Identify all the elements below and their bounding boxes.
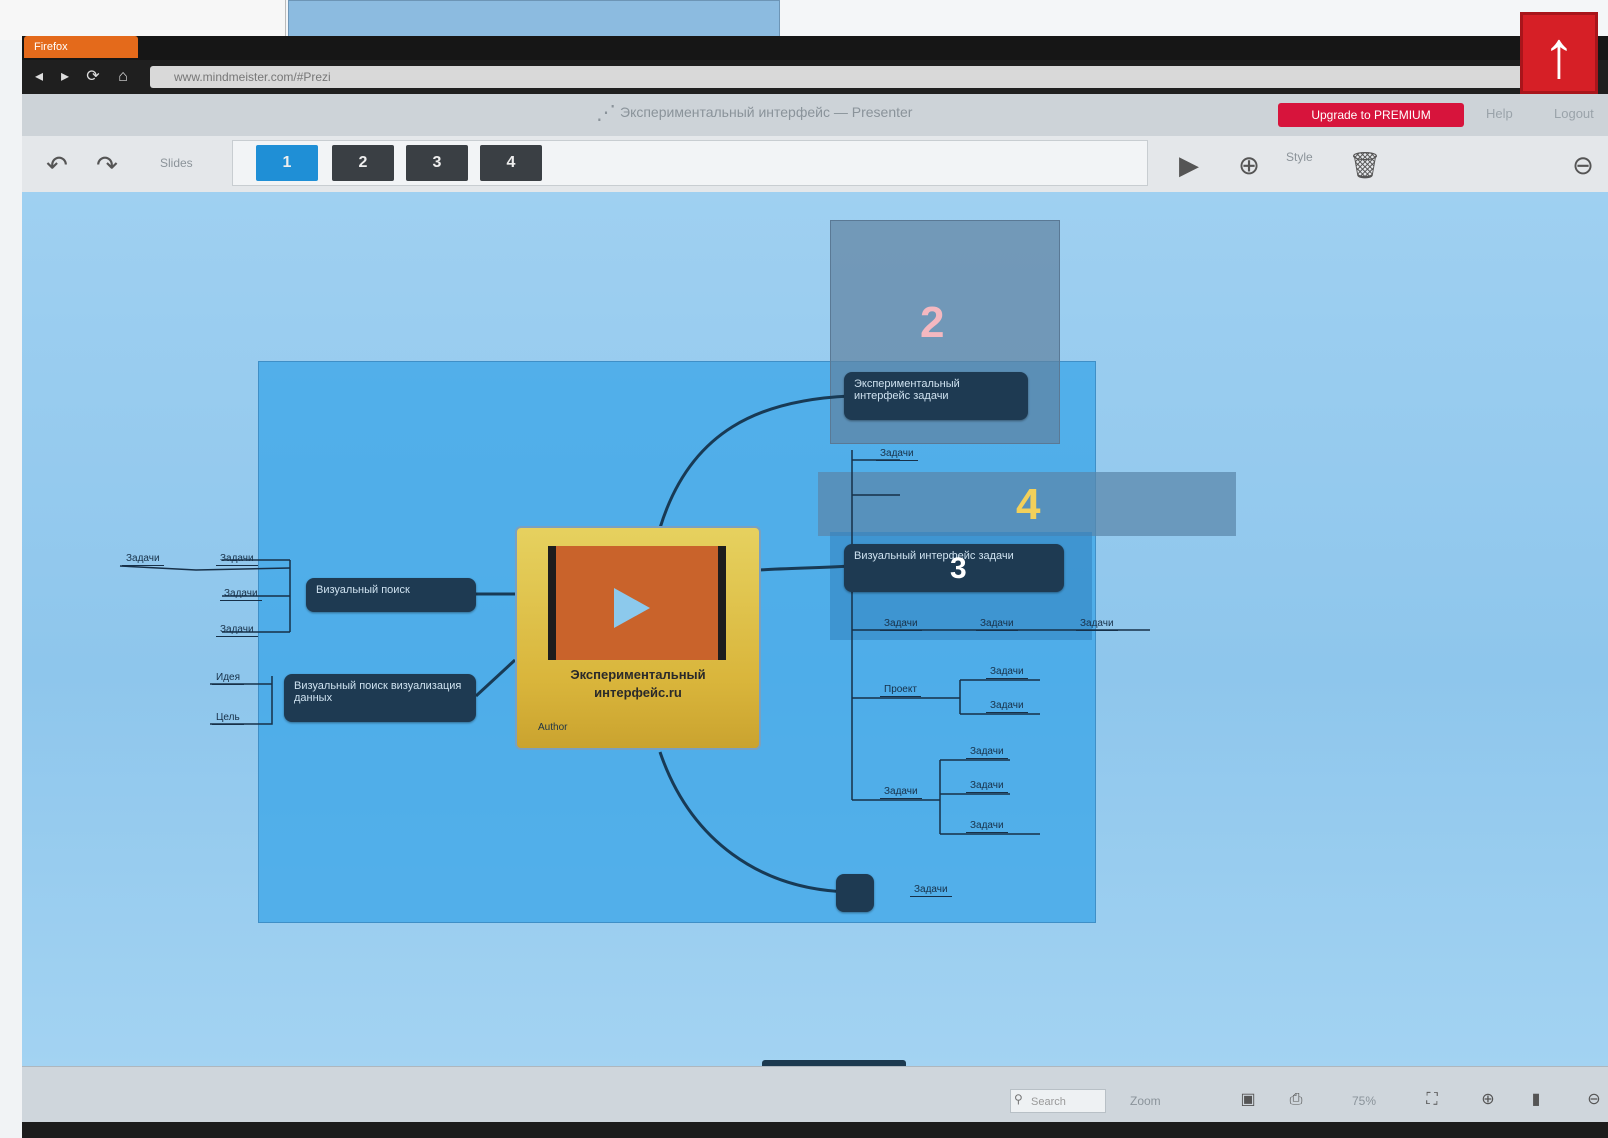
branch-label: Задачи (966, 780, 1008, 793)
branch-label: Задачи (216, 624, 258, 637)
print-icon[interactable]: ⎙ (1284, 1088, 1308, 1112)
branch-label: Задачи (216, 553, 258, 566)
branch-label: Идея (212, 672, 244, 685)
right-node-1[interactable]: Экспериментальный интерфейс задачи (844, 372, 1028, 420)
branch-label: Задачи (876, 448, 918, 461)
zoom-percent: 75% (1352, 1094, 1377, 1108)
branch-label: Задачи (976, 618, 1018, 631)
branch-label: Задачи (1076, 618, 1118, 631)
left-node-1[interactable]: Визуальный поиск (306, 578, 476, 612)
search-icon: ⚲ (1014, 1092, 1023, 1106)
zoom-selector[interactable]: Zoom (1130, 1094, 1161, 1108)
branch-label: Задачи (986, 666, 1028, 679)
frame-number-2: 2 (920, 298, 945, 347)
branch-label: Задачи (220, 588, 262, 601)
branch-label: Задачи (910, 884, 952, 897)
os-taskbar (22, 1122, 1608, 1138)
branch-label: Задачи (122, 553, 164, 566)
search-input[interactable]: Search (1010, 1089, 1106, 1113)
author-label: Author (538, 722, 568, 733)
branch-label: Задачи (880, 618, 922, 631)
branch-label: Задачи (966, 746, 1008, 759)
small-node[interactable] (836, 874, 874, 912)
fit-screen-icon[interactable]: ⛶ (1420, 1088, 1444, 1112)
zoom-out-icon[interactable]: ⊖ (1582, 1088, 1606, 1112)
zoom-in-icon[interactable]: ⊕ (1476, 1088, 1500, 1112)
mindmap-connections (119, 394, 1150, 894)
left-node-2[interactable]: Визуальный поиск визуализация данных (284, 674, 476, 722)
branch-label: Задачи (880, 786, 922, 799)
frame-number-4: 4 (1016, 480, 1041, 529)
play-video-icon[interactable] (614, 588, 650, 628)
upload-arrow-icon: ↑ (1520, 12, 1598, 94)
branch-label: Задачи (986, 700, 1028, 713)
branch-label: Проект (880, 684, 921, 697)
branch-label: Задачи (966, 820, 1008, 833)
branch-label: Цель (212, 712, 244, 725)
frame-number-3: 3 (950, 552, 967, 585)
microphone-icon[interactable]: ▮ (1524, 1088, 1548, 1112)
image-icon[interactable]: ▣ (1236, 1088, 1260, 1112)
center-node-title: Экспериментальный интерфейс.ru (570, 667, 706, 700)
